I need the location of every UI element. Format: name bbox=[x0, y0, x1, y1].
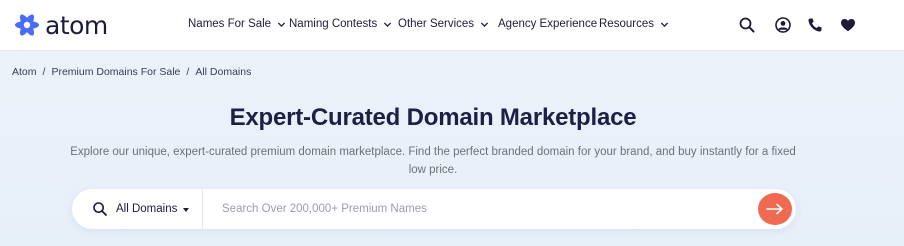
domain-filter-dropdown[interactable]: All Domains bbox=[116, 201, 190, 217]
search-submit-button[interactable] bbox=[758, 193, 792, 225]
user-icon[interactable] bbox=[774, 16, 792, 34]
page-subtitle: Explore our unique, expert-curated premi… bbox=[70, 146, 796, 176]
search-divider bbox=[202, 189, 203, 229]
logo-text: atom bbox=[45, 10, 108, 40]
atom-logo[interactable]: atom bbox=[14, 11, 108, 39]
breadcrumb-premium-domains[interactable]: Premium Domains For Sale bbox=[51, 66, 180, 78]
nav-label: Names For Sale bbox=[188, 18, 272, 30]
nav-label: Naming Contests bbox=[289, 18, 378, 30]
heart-icon[interactable] bbox=[839, 16, 857, 34]
breadcrumb-separator: / bbox=[186, 66, 190, 78]
nav-label: Resources bbox=[599, 18, 654, 30]
chevron-down-icon bbox=[277, 21, 286, 27]
domain-filter-value: All Domains bbox=[116, 203, 178, 215]
nav-label: Other Services bbox=[398, 18, 475, 30]
breadcrumb-separator: / bbox=[42, 66, 46, 78]
nav-naming-contests[interactable]: Naming Contests bbox=[289, 18, 392, 30]
chevron-down-icon bbox=[660, 21, 669, 27]
nav-label: Agency Experience bbox=[498, 18, 598, 30]
nav-other-services[interactable]: Other Services bbox=[398, 18, 489, 30]
site-header: atom Names For Sale Naming Contests Othe… bbox=[0, 0, 904, 51]
caret-down-icon bbox=[183, 207, 190, 212]
domain-search-bar: All Domains bbox=[72, 189, 796, 229]
nav-names-for-sale[interactable]: Names For Sale bbox=[188, 18, 286, 30]
atom-logo-icon bbox=[14, 12, 40, 38]
domain-search-input[interactable] bbox=[222, 199, 752, 219]
arrow-right-icon bbox=[766, 203, 783, 215]
phone-icon[interactable] bbox=[806, 16, 824, 34]
chevron-down-icon bbox=[480, 21, 489, 27]
breadcrumb: Atom / Premium Domains For Sale / All Do… bbox=[12, 65, 251, 79]
nav-resources[interactable]: Resources bbox=[599, 18, 669, 30]
chevron-down-icon bbox=[384, 21, 392, 27]
breadcrumb-all-domains: All Domains bbox=[195, 66, 252, 78]
search-icon bbox=[92, 201, 108, 217]
nav-agency-experience[interactable]: Agency Experience bbox=[498, 18, 597, 30]
search-icon[interactable] bbox=[738, 16, 756, 34]
breadcrumb-atom[interactable]: Atom bbox=[12, 66, 37, 78]
page-title: Expert-Curated Domain Marketplace bbox=[229, 104, 637, 131]
